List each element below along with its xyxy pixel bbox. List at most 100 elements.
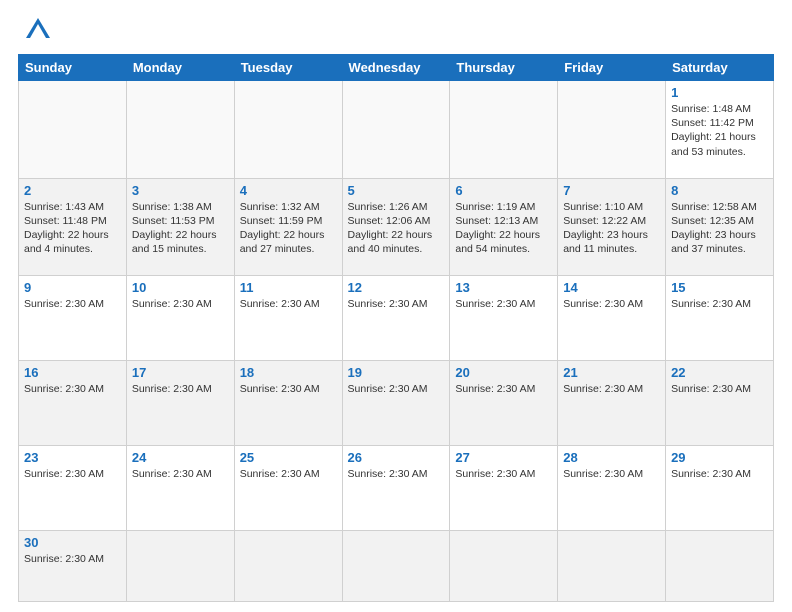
day-cell bbox=[450, 531, 558, 602]
day-cell: 10Sunrise: 2:30 AM bbox=[126, 276, 234, 361]
day-cell bbox=[126, 531, 234, 602]
day-cell bbox=[558, 81, 666, 179]
day-number: 15 bbox=[671, 280, 768, 295]
day-info: Sunrise: 2:30 AM bbox=[455, 297, 552, 311]
day-cell: 21Sunrise: 2:30 AM bbox=[558, 361, 666, 446]
day-number: 19 bbox=[348, 365, 445, 380]
day-number: 4 bbox=[240, 183, 337, 198]
day-cell: 7 Sunrise: 1:10 AM Sunset: 12:22 AM Dayli… bbox=[558, 178, 666, 276]
day-number: 26 bbox=[348, 450, 445, 465]
day-info: Sunrise: 2:30 AM bbox=[24, 382, 121, 396]
header-row: Sunday Monday Tuesday Wednesday Thursday… bbox=[19, 55, 774, 81]
day-cell: 8Sunrise: 12:58 AM Sunset: 12:35 AM Dayl… bbox=[666, 178, 774, 276]
day-info: Sunrise: 1:19 AM Sunset: 12:13 AM Daylig… bbox=[455, 200, 552, 257]
col-monday: Monday bbox=[126, 55, 234, 81]
logo-icon bbox=[24, 16, 52, 44]
day-number: 23 bbox=[24, 450, 121, 465]
day-info: Sunrise: 2:30 AM bbox=[671, 467, 768, 481]
day-cell: 17Sunrise: 2:30 AM bbox=[126, 361, 234, 446]
col-thursday: Thursday bbox=[450, 55, 558, 81]
day-info: Sunrise: 2:30 AM bbox=[671, 297, 768, 311]
day-number: 7 bbox=[563, 183, 660, 198]
day-cell: 12Sunrise: 2:30 AM bbox=[342, 276, 450, 361]
top-section bbox=[18, 16, 774, 44]
day-info: Sunrise: 2:30 AM bbox=[240, 382, 337, 396]
day-info: Sunrise: 1:38 AM Sunset: 11:53 PM Daylig… bbox=[132, 200, 229, 257]
day-number: 2 bbox=[24, 183, 121, 198]
day-number: 12 bbox=[348, 280, 445, 295]
day-number: 29 bbox=[671, 450, 768, 465]
day-number: 24 bbox=[132, 450, 229, 465]
day-cell: 25 Sunrise: 2:30 AM bbox=[234, 446, 342, 531]
day-number: 28 bbox=[563, 450, 660, 465]
day-number: 3 bbox=[132, 183, 229, 198]
page: Sunday Monday Tuesday Wednesday Thursday… bbox=[0, 0, 792, 612]
day-cell bbox=[234, 81, 342, 179]
day-cell: 14 Sunrise: 2:30 AM bbox=[558, 276, 666, 361]
day-info: Sunrise: 1:48 AM Sunset: 11:42 PM Daylig… bbox=[671, 102, 768, 159]
day-info: Sunrise: 2:30 AM bbox=[348, 382, 445, 396]
day-cell: 27Sunrise: 2:30 AM bbox=[450, 446, 558, 531]
week-row-5: 30 Sunrise: 2:30 AM bbox=[19, 531, 774, 602]
col-friday: Friday bbox=[558, 55, 666, 81]
day-cell: 24 Sunrise: 2:30 AM bbox=[126, 446, 234, 531]
day-cell bbox=[234, 531, 342, 602]
week-row-3: 16Sunrise: 2:30 AM17Sunrise: 2:30 AM18Su… bbox=[19, 361, 774, 446]
day-number: 25 bbox=[240, 450, 337, 465]
day-cell: 18 Sunrise: 2:30 AM bbox=[234, 361, 342, 446]
day-cell: 29 Sunrise: 2:30 AM bbox=[666, 446, 774, 531]
day-info: Sunrise: 2:30 AM bbox=[563, 467, 660, 481]
day-info: Sunrise: 2:30 AM bbox=[240, 467, 337, 481]
day-cell: 16 Sunrise: 2:30 AM bbox=[19, 361, 127, 446]
day-number: 5 bbox=[348, 183, 445, 198]
day-info: Sunrise: 2:30 AM bbox=[240, 297, 337, 311]
day-info: Sunrise: 2:30 AM bbox=[563, 382, 660, 396]
day-cell bbox=[126, 81, 234, 179]
day-info: Sunrise: 1:26 AM Sunset: 12:06 AM Daylig… bbox=[348, 200, 445, 257]
day-info: Sunrise: 2:30 AM bbox=[24, 467, 121, 481]
week-row-0: 1Sunrise: 1:48 AM Sunset: 11:42 PM Dayli… bbox=[19, 81, 774, 179]
day-cell: 28 Sunrise: 2:30 AM bbox=[558, 446, 666, 531]
day-info: Sunrise: 2:30 AM bbox=[455, 382, 552, 396]
day-info: Sunrise: 2:30 AM bbox=[24, 297, 121, 311]
day-cell bbox=[450, 81, 558, 179]
day-cell: 1Sunrise: 1:48 AM Sunset: 11:42 PM Dayli… bbox=[666, 81, 774, 179]
col-sunday: Sunday bbox=[19, 55, 127, 81]
day-cell: 9 Sunrise: 2:30 AM bbox=[19, 276, 127, 361]
day-cell: 5 Sunrise: 1:26 AM Sunset: 12:06 AM Dayli… bbox=[342, 178, 450, 276]
day-number: 13 bbox=[455, 280, 552, 295]
day-number: 10 bbox=[132, 280, 229, 295]
day-cell: 30 Sunrise: 2:30 AM bbox=[19, 531, 127, 602]
day-number: 14 bbox=[563, 280, 660, 295]
calendar-table: Sunday Monday Tuesday Wednesday Thursday… bbox=[18, 54, 774, 602]
day-cell bbox=[558, 531, 666, 602]
day-info: Sunrise: 1:32 AM Sunset: 11:59 PM Daylig… bbox=[240, 200, 337, 257]
day-number: 9 bbox=[24, 280, 121, 295]
day-number: 22 bbox=[671, 365, 768, 380]
day-cell: 23 Sunrise: 2:30 AM bbox=[19, 446, 127, 531]
day-number: 27 bbox=[455, 450, 552, 465]
day-cell: 13 Sunrise: 2:30 AM bbox=[450, 276, 558, 361]
day-info: Sunrise: 2:30 AM bbox=[132, 382, 229, 396]
day-cell: 6 Sunrise: 1:19 AM Sunset: 12:13 AM Dayli… bbox=[450, 178, 558, 276]
day-info: Sunrise: 2:30 AM bbox=[24, 552, 121, 566]
day-info: Sunrise: 2:30 AM bbox=[348, 467, 445, 481]
day-number: 6 bbox=[455, 183, 552, 198]
day-cell bbox=[342, 81, 450, 179]
day-number: 16 bbox=[24, 365, 121, 380]
day-number: 18 bbox=[240, 365, 337, 380]
day-cell: 2 Sunrise: 1:43 AM Sunset: 11:48 PM Dayli… bbox=[19, 178, 127, 276]
day-info: Sunrise: 2:30 AM bbox=[563, 297, 660, 311]
col-saturday: Saturday bbox=[666, 55, 774, 81]
day-cell bbox=[666, 531, 774, 602]
day-info: Sunrise: 1:43 AM Sunset: 11:48 PM Daylig… bbox=[24, 200, 121, 257]
week-row-1: 2 Sunrise: 1:43 AM Sunset: 11:48 PM Dayli… bbox=[19, 178, 774, 276]
day-info: Sunrise: 2:30 AM bbox=[132, 467, 229, 481]
day-info: Sunrise: 2:30 AM bbox=[671, 382, 768, 396]
col-tuesday: Tuesday bbox=[234, 55, 342, 81]
day-number: 20 bbox=[455, 365, 552, 380]
day-number: 30 bbox=[24, 535, 121, 550]
day-info: Sunrise: 1:10 AM Sunset: 12:22 AM Daylig… bbox=[563, 200, 660, 257]
day-cell: 26 Sunrise: 2:30 AM bbox=[342, 446, 450, 531]
day-cell: 20 Sunrise: 2:30 AM bbox=[450, 361, 558, 446]
